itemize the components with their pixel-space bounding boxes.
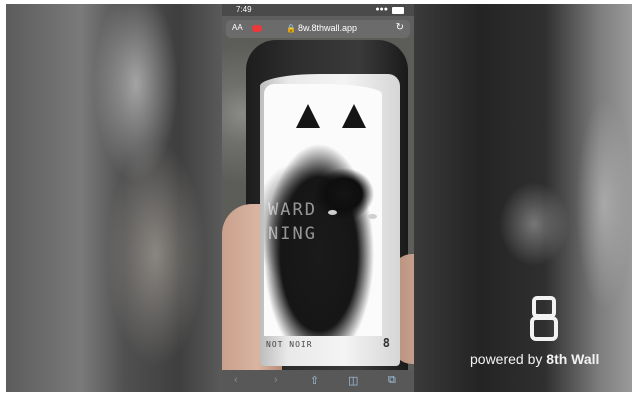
lock-icon: 🔒 [286, 24, 296, 33]
bookmarks-icon[interactable]: ◫ [348, 374, 358, 387]
forward-icon[interactable]: › [274, 374, 278, 386]
address-bar[interactable]: AA 🔒 8w.8thwall.app ↻ [226, 20, 410, 38]
powered-by-prefix: powered by [470, 351, 543, 367]
cat-eye [328, 210, 337, 215]
powered-by-8th-wall: powered by 8th Wall [470, 351, 599, 367]
browser-toolbar: ‹ › ⇧ ◫ ⧉ [222, 370, 414, 392]
label-number: 8 [382, 336, 390, 350]
wine-label: WARD NING NOT NOIR 8 [260, 74, 400, 366]
text-size-button[interactable]: AA [232, 23, 243, 32]
cat-eye [368, 214, 377, 219]
cat-ear [296, 104, 320, 128]
blurred-background-right [414, 4, 632, 392]
8th-wall-logo-icon [530, 296, 558, 341]
status-time: 7:49 [236, 5, 252, 14]
phone-screen: WARD NING NOT NOIR 8 7:49 ●●● AA 🔒 8w.8t… [222, 4, 414, 392]
blurred-background-left [6, 4, 222, 392]
wifi-icon: ●●● [375, 6, 388, 13]
status-bar: 7:49 ●●● [222, 4, 414, 16]
share-icon[interactable]: ⇧ [310, 374, 319, 387]
brand-name: 8th Wall [546, 351, 600, 367]
wine-variety: NOT NOIR [266, 340, 313, 349]
reload-icon[interactable]: ↻ [396, 22, 404, 33]
back-icon[interactable]: ‹ [234, 374, 238, 386]
recording-indicator-icon [252, 25, 262, 32]
cat-image [264, 104, 382, 336]
url-text[interactable]: 8w.8thwall.app [298, 23, 357, 33]
label-title-line1: WARD [268, 200, 317, 220]
tabs-icon[interactable]: ⧉ [388, 374, 396, 387]
battery-icon [392, 7, 404, 14]
cat-photo: WARD NING [264, 84, 382, 336]
cat-ear [342, 104, 366, 128]
label-title-line2: NING [268, 224, 317, 244]
